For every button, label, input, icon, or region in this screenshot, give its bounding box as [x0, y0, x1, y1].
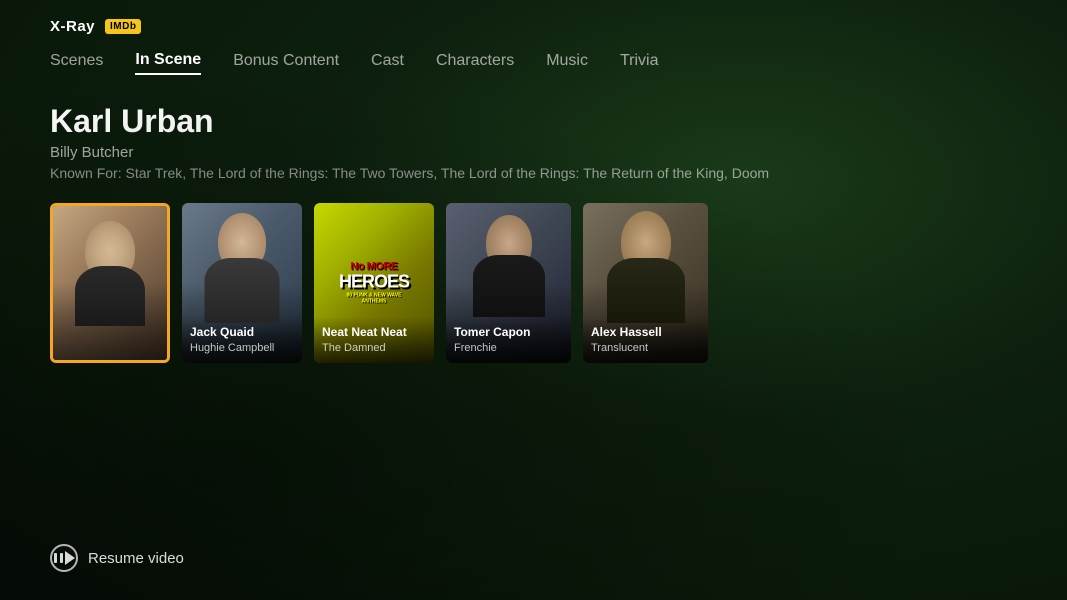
card-overlay-jack: Jack Quaid Hughie Campbell: [182, 317, 302, 363]
card-overlay-alex: Alex Hassell Translucent: [583, 317, 708, 363]
resume-icon: [50, 544, 78, 572]
album-heroes: HEROES: [339, 273, 409, 291]
nav-item-scenes[interactable]: Scenes: [50, 52, 103, 74]
card-tomer-capon[interactable]: Tomer Capon Frenchie: [446, 203, 571, 363]
card-jack-quaid[interactable]: Jack Quaid Hughie Campbell: [182, 203, 302, 363]
album-text: No MORE HEROES 80 PUNK & NEW WAVE ANTHEM…: [339, 262, 409, 305]
card-overlay-neat: Neat Neat Neat The Damned: [314, 317, 434, 363]
navigation: Scenes In Scene Bonus Content Cast Chara…: [0, 35, 1067, 75]
card-char-neat: The Damned: [322, 341, 426, 355]
resume-button[interactable]: Resume video: [50, 544, 184, 572]
nav-item-trivia[interactable]: Trivia: [620, 52, 659, 74]
card-name-neat: Neat Neat Neat: [322, 325, 426, 341]
album-subtitle: 80 PUNK & NEW WAVE ANTHEMS: [339, 293, 409, 305]
actor-known-for: Known For: Star Trek, The Lord of the Ri…: [50, 165, 1017, 181]
card-char-tomer: Frenchie: [454, 341, 563, 355]
cards-container: Jack Quaid Hughie Campbell No MORE HEROE…: [0, 181, 1067, 363]
known-for-label: Known For:: [50, 165, 122, 181]
nav-item-characters[interactable]: Characters: [436, 52, 514, 74]
resume-label: Resume video: [88, 550, 184, 567]
card-neat-neat-neat[interactable]: No MORE HEROES 80 PUNK & NEW WAVE ANTHEM…: [314, 203, 434, 363]
card-name-jack: Jack Quaid: [190, 325, 294, 341]
nav-item-bonus-content[interactable]: Bonus Content: [233, 52, 339, 74]
pause-bar-2: [60, 553, 63, 563]
xray-label: X-Ray: [50, 18, 95, 35]
card-name-tomer: Tomer Capon: [454, 325, 563, 341]
card-name-alex: Alex Hassell: [591, 325, 700, 341]
imdb-badge: IMDb: [105, 19, 141, 34]
known-for-text: Star Trek, The Lord of the Rings: The Tw…: [125, 165, 769, 181]
nav-item-music[interactable]: Music: [546, 52, 588, 74]
header: X-Ray IMDb: [0, 0, 1067, 35]
nav-item-cast[interactable]: Cast: [371, 52, 404, 74]
card-overlay-tomer: Tomer Capon Frenchie: [446, 317, 571, 363]
card-alex-hassell[interactable]: Alex Hassell Translucent: [583, 203, 708, 363]
card-char-alex: Translucent: [591, 341, 700, 355]
actor-info: Karl Urban Billy Butcher Known For: Star…: [0, 75, 1067, 181]
actor-name: Karl Urban: [50, 103, 1017, 140]
card-karl-urban[interactable]: [50, 203, 170, 363]
card-char-jack: Hughie Campbell: [190, 341, 294, 355]
pause-icon: [54, 553, 63, 563]
nav-item-in-scene[interactable]: In Scene: [135, 51, 201, 75]
pause-bar-1: [54, 553, 57, 563]
actor-role: Billy Butcher: [50, 144, 1017, 161]
